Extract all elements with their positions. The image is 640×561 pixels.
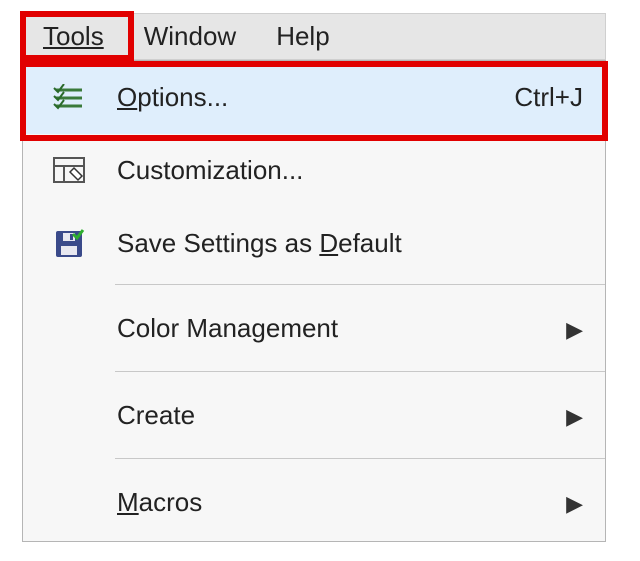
menubar-label-window: Window <box>144 21 236 52</box>
menu-item-options[interactable]: Options... Ctrl+J <box>23 61 605 134</box>
menubar-label-tools: Tools <box>43 21 104 51</box>
tools-dropdown: Options... Ctrl+J Customization... <box>22 60 606 542</box>
menubar-label-help: Help <box>276 21 329 52</box>
submenu-arrow-icon: ▶ <box>551 400 583 431</box>
menu-label-save-default: Save Settings as Default <box>101 228 463 259</box>
menu-separator-1 <box>115 284 605 285</box>
menubar-item-help[interactable]: Help <box>256 14 349 59</box>
menu-item-macros[interactable]: Macros ▶ <box>23 463 605 541</box>
menu-label-color-management: Color Management <box>101 313 551 344</box>
menu-shortcut-options: Ctrl+J <box>463 82 583 113</box>
menu-separator-3 <box>115 458 605 459</box>
menu-label-customization: Customization... <box>101 155 463 186</box>
submenu-arrow-icon: ▶ <box>551 487 583 518</box>
customization-icon <box>37 156 101 186</box>
menu-item-customization[interactable]: Customization... <box>23 134 605 207</box>
menu-item-save-default[interactable]: Save Settings as Default <box>23 207 605 280</box>
menubar-item-tools[interactable]: Tools <box>23 14 124 59</box>
menu-item-color-management[interactable]: Color Management ▶ <box>23 289 605 367</box>
menu-separator-2 <box>115 371 605 372</box>
menu-label-macros: Macros <box>101 487 551 518</box>
menu-label-options: Options... <box>101 82 463 113</box>
menubar: Tools Window Help <box>22 13 606 60</box>
options-icon <box>37 84 101 112</box>
save-icon <box>37 228 101 260</box>
menu-item-create[interactable]: Create ▶ <box>23 376 605 454</box>
menubar-item-window[interactable]: Window <box>124 14 256 59</box>
menu-label-create: Create <box>101 400 551 431</box>
submenu-arrow-icon: ▶ <box>551 313 583 344</box>
screenshot-stage: Tools Window Help Options... <box>0 0 640 561</box>
